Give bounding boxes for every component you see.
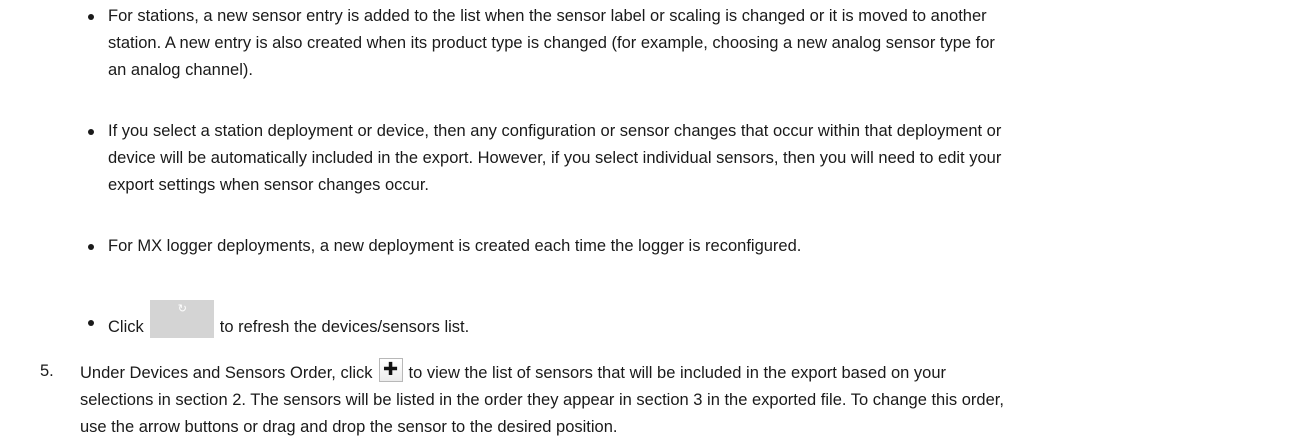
line: For MX logger deployments, a new deploym… [108, 237, 802, 255]
list-item: For stations, a new sensor entry is adde… [88, 3, 1288, 84]
bullet-text: If you select a station deployment or de… [108, 118, 1288, 199]
bullet-text: For MX logger deployments, a new deploym… [108, 233, 1288, 260]
bullet-text: Click ↻ to refresh the devices/sensors lis… [108, 300, 1288, 346]
step-number: 5. [40, 362, 54, 380]
line: Under Devices and Sensors Order, click [80, 364, 373, 382]
list-item: Click ↻ to refresh the devices/sensors lis… [88, 296, 1288, 346]
list-item: If you select a station deployment or de… [88, 118, 1288, 199]
line: export settings when sensor changes occu… [108, 176, 430, 194]
line: selections in section 2. The sensors wil… [80, 391, 1004, 409]
line: use the arrow buttons or drag and drop t… [80, 418, 618, 436]
plus-icon: ✚ [383, 359, 399, 380]
refresh-description: to refresh the devices/sensors list. [219, 318, 470, 336]
line: an analog channel). [108, 61, 253, 79]
step-text: Under Devices and Sensors Order, click ✚ t… [80, 358, 1310, 441]
numbered-step: 5. Under Devices and Sensors Order, clic… [40, 358, 1310, 441]
line: device will be automatically included in… [108, 149, 1002, 167]
refresh-icon: ↻ [177, 303, 187, 315]
bullet-text: For stations, a new sensor entry is adde… [108, 3, 1288, 84]
bullet-dot [88, 244, 94, 250]
add-button[interactable]: ✚ [378, 358, 403, 382]
bullet-dot [88, 129, 94, 135]
line: station. A new entry is also created whe… [108, 34, 995, 52]
line: For stations, a new sensor entry is adde… [108, 7, 987, 25]
line: to view the list of sensors that will be… [408, 364, 947, 382]
bullet-dot [88, 14, 94, 20]
refresh-button[interactable]: ↻ [149, 300, 214, 338]
list-item: For MX logger deployments, a new deploym… [88, 233, 1288, 260]
click-text: Click [108, 318, 144, 336]
line: If you select a station deployment or de… [108, 122, 1002, 140]
bullet-dot [88, 320, 94, 326]
document-page: For stations, a new sensor entry is adde… [0, 0, 1313, 443]
